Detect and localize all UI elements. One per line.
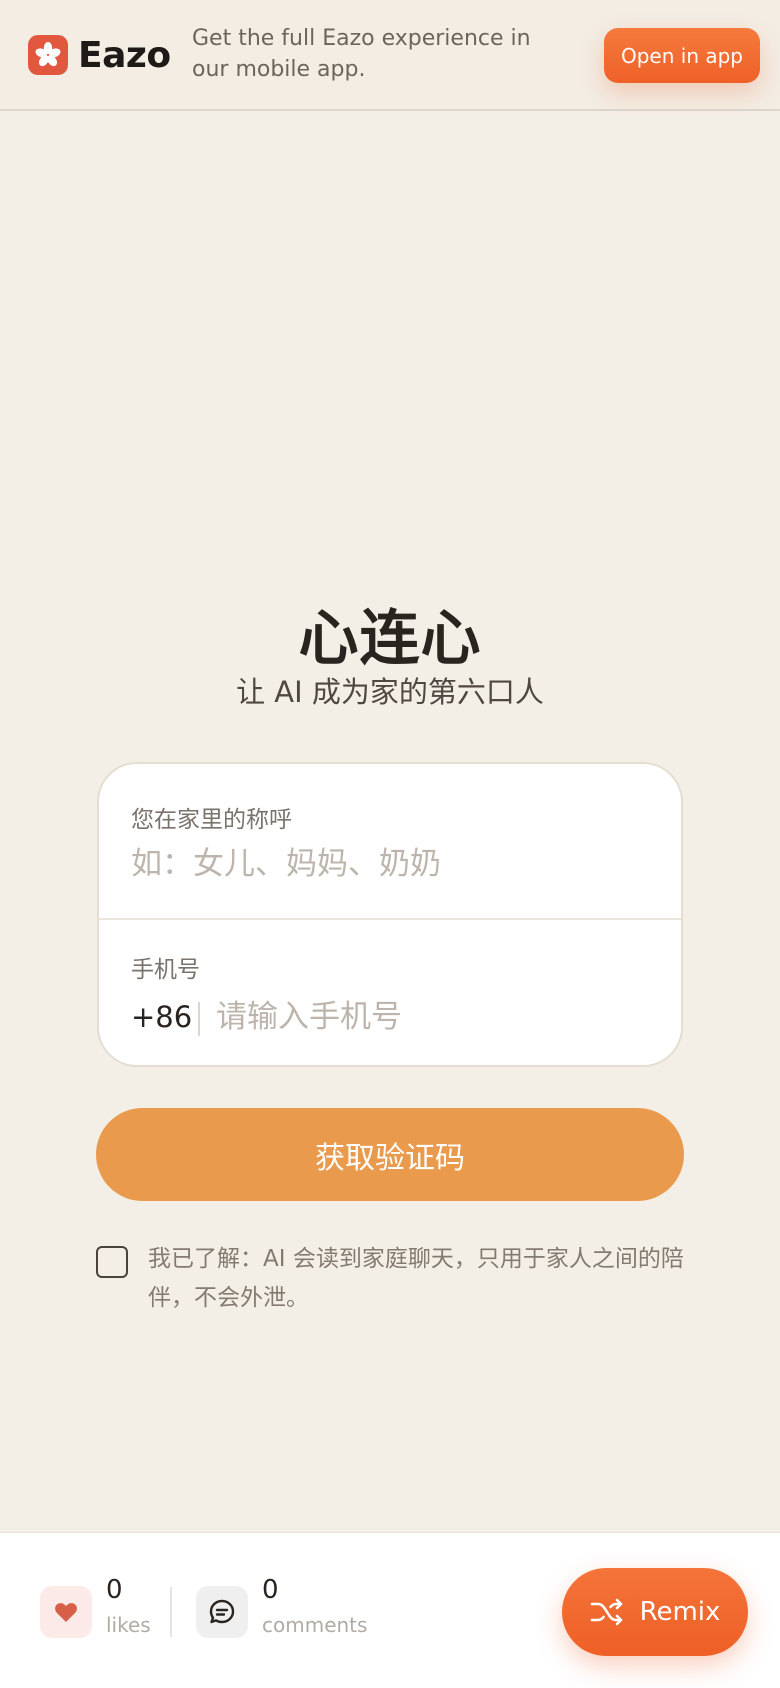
get-verification-code-button[interactable]: 获取验证码 <box>96 1108 684 1201</box>
eazo-logo-icon <box>28 35 68 75</box>
stats-divider <box>170 1587 172 1637</box>
open-in-app-button[interactable]: Open in app <box>604 28 760 83</box>
signup-form-card: 您在家里的称呼 手机号 +86 <box>97 762 683 1067</box>
nickname-label: 您在家里的称呼 <box>131 807 292 833</box>
comments-label: comments <box>262 1613 368 1637</box>
comments-count: 0 <box>262 1575 279 1605</box>
app-banner: Eazo Get the full Eazo experience in our… <box>0 0 780 111</box>
country-code[interactable]: +86 <box>131 1000 192 1034</box>
brand-name: Eazo <box>78 34 171 76</box>
remix-label: Remix <box>639 1597 721 1627</box>
phone-field: 手机号 +86 <box>99 920 681 1065</box>
consent-checkbox[interactable] <box>96 1246 128 1278</box>
shuffle-icon <box>590 1598 622 1626</box>
brand-logo: Eazo <box>28 34 171 76</box>
page-title: 心连心 <box>298 604 482 674</box>
consent-text: 我已了解：AI 会读到家庭聊天，只用于家人之间的陪伴，不会外泄。 <box>148 1246 684 1311</box>
phone-label: 手机号 <box>131 957 200 983</box>
remix-button[interactable]: Remix <box>562 1568 748 1656</box>
promo-text: Get the full Eazo experience in our mobi… <box>192 26 531 82</box>
page-subtitle: 让 AI 成为家的第六口人 <box>236 675 544 709</box>
country-code-divider <box>198 1002 200 1036</box>
nickname-field: 您在家里的称呼 <box>99 764 681 920</box>
phone-input[interactable] <box>216 999 646 1035</box>
nickname-input[interactable] <box>131 846 651 882</box>
heart-icon[interactable] <box>40 1586 92 1638</box>
bottom-bar: 0 likes 0 comments Remix <box>0 1532 780 1688</box>
likes-count: 0 <box>106 1575 123 1605</box>
comment-icon[interactable] <box>196 1586 248 1638</box>
likes-label: likes <box>106 1613 151 1637</box>
